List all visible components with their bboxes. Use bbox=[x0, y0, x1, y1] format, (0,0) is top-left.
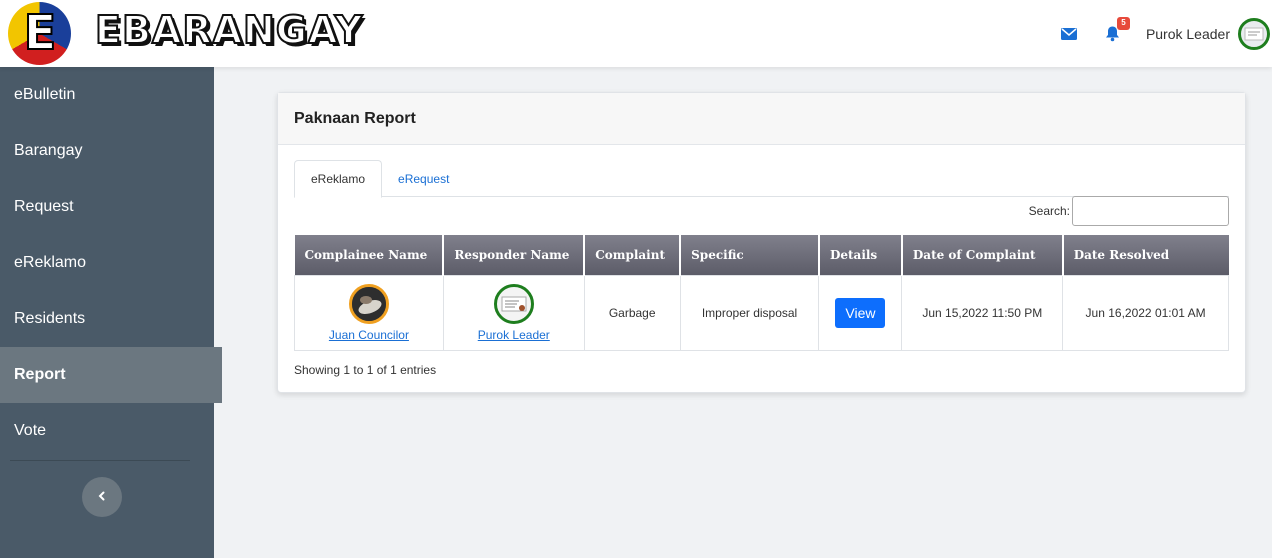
date-complaint-cell: Jun 15,2022 11:50 PM bbox=[901, 274, 1064, 351]
column-header-complainee[interactable]: Complainee Name bbox=[294, 235, 445, 275]
sidebar-item-label: Report bbox=[14, 366, 66, 383]
sidebar-item-label: Residents bbox=[14, 310, 86, 327]
sidebar-item-label: eBulletin bbox=[14, 86, 76, 103]
column-header-responder[interactable]: Responder Name bbox=[443, 235, 586, 275]
report-table: Complainee Name Responder Name Complaint… bbox=[294, 235, 1229, 351]
sidebar-item-barangay[interactable]: Barangay bbox=[0, 123, 214, 179]
sidebar-item-report[interactable]: Report bbox=[0, 347, 222, 403]
column-header-date-complaint[interactable]: Date of Complaint bbox=[901, 235, 1064, 275]
user-name[interactable]: Purok Leader bbox=[1146, 26, 1230, 42]
sidebar: eBulletin Barangay Request eReklamo Resi… bbox=[0, 67, 222, 558]
date-resolved-cell: Jun 16,2022 01:01 AM bbox=[1062, 274, 1229, 351]
details-cell: View bbox=[818, 274, 903, 351]
envelope-icon[interactable] bbox=[1058, 23, 1080, 45]
complaint-cell: Garbage bbox=[583, 274, 681, 351]
complainee-cell: Juan Councilor bbox=[294, 274, 444, 351]
view-button[interactable]: View bbox=[835, 297, 886, 328]
table-info: Showing 1 to 1 of 1 entries bbox=[294, 363, 437, 377]
sidebar-item-label: Vote bbox=[14, 422, 47, 439]
sidebar-item-vote[interactable]: Vote bbox=[0, 403, 214, 459]
column-header-specific[interactable]: Specific bbox=[680, 235, 820, 275]
table-row: Juan Councilor Purok Leader Garbage Impr… bbox=[294, 274, 1229, 351]
responder-avatar bbox=[493, 283, 534, 324]
sidebar-item-residents[interactable]: Residents bbox=[0, 291, 214, 347]
card-title: Paknaan Report bbox=[278, 93, 1245, 145]
column-header-date-resolved[interactable]: Date Resolved bbox=[1062, 235, 1229, 275]
notification-badge: 5 bbox=[1116, 17, 1130, 30]
search-box: Search: bbox=[1029, 196, 1229, 226]
complainee-name-link[interactable]: Juan Councilor bbox=[329, 328, 409, 342]
top-navbar: E EBARANGAY 5 Purok Leader bbox=[0, 0, 1272, 67]
responder-cell: Purok Leader bbox=[442, 274, 585, 351]
search-input[interactable] bbox=[1072, 196, 1229, 226]
specific-cell: Improper disposal bbox=[679, 274, 820, 351]
complainee-avatar bbox=[348, 283, 389, 324]
sidebar-item-request[interactable]: Request bbox=[0, 179, 214, 235]
column-header-complaint[interactable]: Complaint bbox=[584, 235, 682, 275]
logo-icon[interactable]: E bbox=[8, 2, 71, 65]
tab-ereklamo[interactable]: eReklamo bbox=[294, 160, 383, 198]
sidebar-item-ebulletin[interactable]: eBulletin bbox=[0, 67, 214, 123]
logo-letter: E bbox=[23, 5, 58, 61]
column-header-details[interactable]: Details bbox=[818, 235, 903, 275]
sidebar-divider bbox=[10, 460, 190, 461]
responder-name-link[interactable]: Purok Leader bbox=[478, 328, 550, 342]
sidebar-item-label: Barangay bbox=[14, 142, 83, 159]
user-controls: 5 Purok Leader bbox=[1058, 14, 1272, 54]
search-label: Search: bbox=[1028, 204, 1070, 218]
sidebar-item-label: eReklamo bbox=[14, 254, 87, 271]
table-header-row: Complainee Name Responder Name Complaint… bbox=[294, 235, 1229, 275]
tab-erequest[interactable]: eRequest bbox=[382, 160, 465, 197]
bell-icon[interactable]: 5 bbox=[1102, 17, 1130, 45]
report-card: Paknaan Report eReklamo eRequest Search:… bbox=[277, 92, 1246, 393]
sidebar-item-ereklamo[interactable]: eReklamo bbox=[0, 235, 214, 291]
user-avatar[interactable] bbox=[1238, 18, 1270, 50]
brand-title[interactable]: EBARANGAY bbox=[94, 7, 363, 53]
chevron-left-icon bbox=[97, 488, 107, 506]
sidebar-toggle-button[interactable] bbox=[82, 477, 122, 517]
report-tabs: eReklamo eRequest bbox=[294, 160, 1229, 198]
sidebar-item-label: Request bbox=[14, 198, 74, 215]
